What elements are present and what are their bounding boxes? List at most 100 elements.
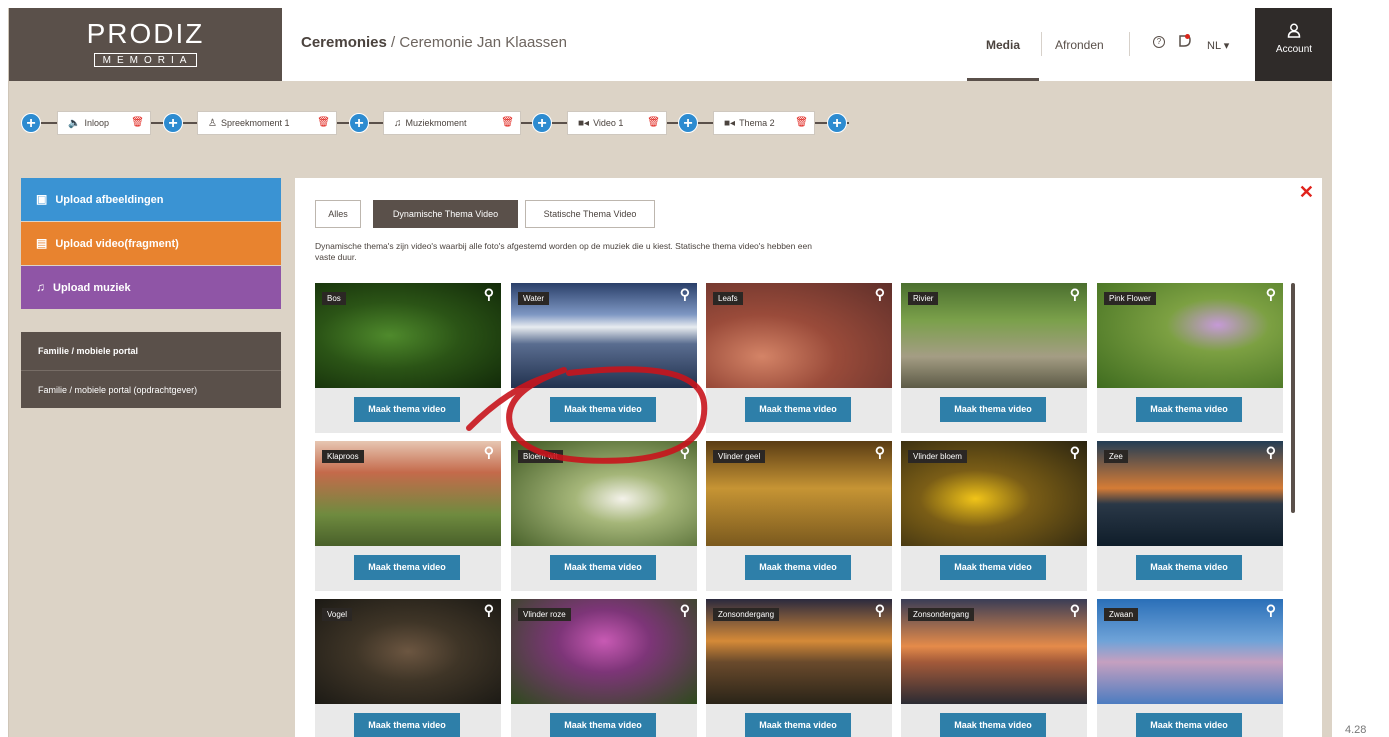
magnifier-icon[interactable]: ⚲ bbox=[484, 444, 494, 461]
make-theme-video-button[interactable]: Maak thema video bbox=[1136, 555, 1242, 580]
video-camera-icon: ■◂ bbox=[578, 118, 590, 129]
make-theme-video-button[interactable]: Maak thema video bbox=[354, 555, 460, 580]
account-label: Account bbox=[1275, 44, 1313, 55]
add-moment-button[interactable]: + bbox=[349, 113, 369, 133]
theme-thumbnail[interactable]: Vlinder geel ⚲ bbox=[706, 441, 892, 546]
theme-thumbnail[interactable]: Klaproos ⚲ bbox=[315, 441, 501, 546]
close-icon[interactable]: ✕ bbox=[1299, 182, 1314, 203]
theme-name-tag: Vogel bbox=[322, 608, 353, 621]
family-portal-link[interactable]: Familie / mobiele portal bbox=[21, 332, 281, 370]
theme-card: Klaproos ⚲ Maak thema video bbox=[315, 441, 501, 591]
user-icon bbox=[1255, 8, 1332, 42]
video-camera-icon: ■◂ bbox=[724, 118, 736, 129]
theme-thumbnail[interactable]: Vlinder roze ⚲ bbox=[511, 599, 697, 704]
language-select[interactable]: NL ▾ bbox=[1207, 39, 1229, 52]
theme-thumbnail[interactable]: Vlinder bloem ⚲ bbox=[901, 441, 1087, 546]
trash-icon[interactable]: 🗑 bbox=[647, 112, 660, 134]
scrollbar[interactable] bbox=[1291, 283, 1295, 513]
logo[interactable]: PRODIZ MEMORIA bbox=[9, 8, 282, 81]
make-theme-video-button[interactable]: Maak thema video bbox=[745, 555, 851, 580]
timeline-item-video[interactable]: ■◂ Video 1 🗑 bbox=[567, 111, 667, 135]
trash-icon[interactable]: 🗑 bbox=[501, 112, 514, 134]
make-theme-video-button[interactable]: Maak thema video bbox=[550, 555, 656, 580]
account-button[interactable]: Account bbox=[1255, 8, 1332, 81]
upload-music-button[interactable]: ♫ Upload muziek bbox=[21, 266, 281, 309]
magnifier-icon[interactable]: ⚲ bbox=[1266, 602, 1276, 619]
theme-name-tag: Zonsondergang bbox=[908, 608, 975, 621]
add-moment-button[interactable]: + bbox=[163, 113, 183, 133]
top-header: PRODIZ MEMORIA Ceremonies / Ceremonie Ja… bbox=[9, 8, 1332, 81]
help-icon[interactable]: ? bbox=[1153, 36, 1165, 48]
magnifier-icon[interactable]: ⚲ bbox=[875, 286, 885, 303]
theme-thumbnail[interactable]: Bloem wit ⚲ bbox=[511, 441, 697, 546]
upload-video-button[interactable]: ▤ Upload video(fragment) bbox=[21, 222, 281, 265]
magnifier-icon[interactable]: ⚲ bbox=[875, 444, 885, 461]
magnifier-icon[interactable]: ⚲ bbox=[1070, 444, 1080, 461]
make-theme-video-button[interactable]: Maak thema video bbox=[940, 555, 1046, 580]
theme-thumbnail[interactable]: Zee ⚲ bbox=[1097, 441, 1283, 546]
theme-thumbnail[interactable]: Water ⚲ bbox=[511, 283, 697, 388]
trash-icon[interactable]: 🗑 bbox=[795, 112, 808, 134]
theme-thumbnail[interactable]: Zwaan ⚲ bbox=[1097, 599, 1283, 704]
add-moment-button[interactable]: + bbox=[21, 113, 41, 133]
timeline-item-label: Spreekmoment 1 bbox=[220, 118, 290, 128]
theme-card: Rivier ⚲ Maak thema video bbox=[901, 283, 1087, 433]
trash-icon[interactable]: 🗑 bbox=[131, 112, 144, 134]
make-theme-video-button[interactable]: Maak thema video bbox=[1136, 397, 1242, 422]
upload-images-button[interactable]: ▣ Upload afbeeldingen bbox=[21, 178, 281, 221]
make-theme-video-button[interactable]: Maak thema video bbox=[745, 713, 851, 737]
make-theme-video-button[interactable]: Maak thema video bbox=[354, 397, 460, 422]
theme-thumbnail[interactable]: Rivier ⚲ bbox=[901, 283, 1087, 388]
timeline-item-muziekmoment[interactable]: ♫ Muziekmoment 🗑 bbox=[383, 111, 521, 135]
breadcrumb-separator: / bbox=[391, 34, 396, 51]
magnifier-icon[interactable]: ⚲ bbox=[680, 602, 690, 619]
magnifier-icon[interactable]: ⚲ bbox=[680, 286, 690, 303]
theme-thumbnail[interactable]: Pink Flower ⚲ bbox=[1097, 283, 1283, 388]
timeline-item-inloop[interactable]: 🔈 Inloop 🗑 bbox=[57, 111, 151, 135]
theme-thumbnail[interactable]: Leafs ⚲ bbox=[706, 283, 892, 388]
tab-all[interactable]: Alles bbox=[315, 200, 361, 228]
make-theme-video-button[interactable]: Maak thema video bbox=[1136, 713, 1242, 737]
timeline-item-label: Video 1 bbox=[593, 118, 624, 128]
theme-thumbnail[interactable]: Vogel ⚲ bbox=[315, 599, 501, 704]
make-theme-video-button[interactable]: Maak thema video bbox=[745, 397, 851, 422]
make-theme-video-button[interactable]: Maak thema video bbox=[550, 397, 656, 422]
breadcrumb-current: Ceremonie Jan Klaassen bbox=[399, 34, 567, 51]
make-theme-video-button[interactable]: Maak thema video bbox=[550, 713, 656, 737]
theme-name-tag: Zwaan bbox=[1104, 608, 1139, 621]
magnifier-icon[interactable]: ⚲ bbox=[1070, 286, 1080, 303]
breadcrumb-root[interactable]: Ceremonies bbox=[301, 34, 387, 51]
add-moment-button[interactable]: + bbox=[678, 113, 698, 133]
make-theme-video-button[interactable]: Maak thema video bbox=[354, 713, 460, 737]
theme-thumbnail[interactable]: Zonsondergang ⚲ bbox=[706, 599, 892, 704]
magnifier-icon[interactable]: ⚲ bbox=[484, 286, 494, 303]
theme-name-tag: Klaproos bbox=[322, 450, 364, 463]
tab-static[interactable]: Statische Thema Video bbox=[525, 200, 655, 228]
sound-icon: 🔈 bbox=[68, 118, 81, 129]
add-moment-button[interactable]: + bbox=[827, 113, 847, 133]
theme-name-tag: Vlinder bloem bbox=[908, 450, 967, 463]
divider bbox=[1129, 32, 1130, 56]
make-theme-video-button[interactable]: Maak thema video bbox=[940, 713, 1046, 737]
magnifier-icon[interactable]: ⚲ bbox=[1266, 444, 1276, 461]
nav-media[interactable]: Media bbox=[986, 38, 1020, 52]
tab-dynamic[interactable]: Dynamische Thema Video bbox=[373, 200, 518, 228]
magnifier-icon[interactable]: ⚲ bbox=[1070, 602, 1080, 619]
theme-thumbnail[interactable]: Zonsondergang ⚲ bbox=[901, 599, 1087, 704]
add-moment-button[interactable]: + bbox=[532, 113, 552, 133]
make-theme-video-button[interactable]: Maak thema video bbox=[940, 397, 1046, 422]
theme-card: Zonsondergang ⚲ Maak thema video bbox=[706, 599, 892, 737]
magnifier-icon[interactable]: ⚲ bbox=[680, 444, 690, 461]
magnifier-icon[interactable]: ⚲ bbox=[1266, 286, 1276, 303]
magnifier-icon[interactable]: ⚲ bbox=[875, 602, 885, 619]
divider bbox=[1041, 32, 1042, 56]
image-icon: ▣ bbox=[36, 192, 48, 206]
timeline-item-thema[interactable]: ■◂ Thema 2 🗑 bbox=[713, 111, 815, 135]
family-portal-client-link[interactable]: Familie / mobiele portal (opdrachtgever) bbox=[21, 370, 281, 408]
magnifier-icon[interactable]: ⚲ bbox=[484, 602, 494, 619]
nav-afronden[interactable]: Afronden bbox=[1055, 38, 1104, 52]
theme-thumbnail[interactable]: Bos ⚲ bbox=[315, 283, 501, 388]
theme-name-tag: Vlinder roze bbox=[518, 608, 571, 621]
timeline-item-spreekmoment[interactable]: ♙ Spreekmoment 1 🗑 bbox=[197, 111, 337, 135]
trash-icon[interactable]: 🗑 bbox=[317, 112, 330, 134]
